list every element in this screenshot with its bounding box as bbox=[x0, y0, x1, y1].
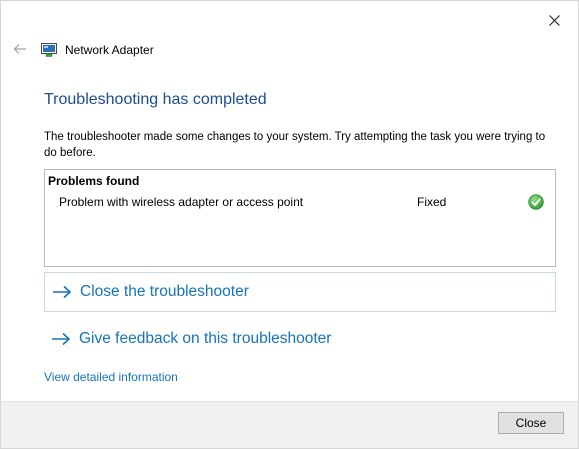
troubleshooter-window: Network Adapter Troubleshooting has comp… bbox=[0, 0, 579, 449]
problem-status: Fixed bbox=[417, 195, 447, 209]
back-arrow-icon bbox=[13, 44, 26, 54]
arrow-right-icon bbox=[52, 332, 71, 346]
back-button[interactable] bbox=[11, 41, 29, 57]
close-icon bbox=[548, 14, 560, 26]
problems-found-panel: Problems found Problem with wireless ada… bbox=[44, 169, 556, 267]
view-detailed-information-link[interactable]: View detailed information bbox=[44, 370, 178, 384]
close-troubleshooter-link[interactable]: Close the troubleshooter bbox=[44, 272, 556, 312]
check-icon bbox=[528, 194, 544, 210]
close-window-button[interactable] bbox=[542, 9, 566, 31]
problems-found-title: Problems found bbox=[48, 174, 140, 188]
close-button[interactable]: Close bbox=[498, 412, 564, 434]
footer-bar: Close bbox=[1, 401, 578, 448]
page-title: Troubleshooting has completed bbox=[44, 91, 267, 108]
problem-row[interactable]: Problem with wireless adapter or access … bbox=[45, 194, 555, 213]
result-description: The troubleshooter made some changes to … bbox=[44, 131, 546, 159]
give-feedback-link[interactable]: Give feedback on this troubleshooter bbox=[44, 319, 556, 359]
network-adapter-icon bbox=[41, 43, 57, 57]
problem-description: Problem with wireless adapter or access … bbox=[59, 195, 304, 209]
give-feedback-label: Give feedback on this troubleshooter bbox=[79, 330, 332, 347]
app-header: Network Adapter bbox=[41, 41, 154, 59]
close-troubleshooter-label: Close the troubleshooter bbox=[80, 283, 249, 300]
app-title: Network Adapter bbox=[65, 43, 154, 57]
arrow-right-icon bbox=[53, 285, 72, 299]
